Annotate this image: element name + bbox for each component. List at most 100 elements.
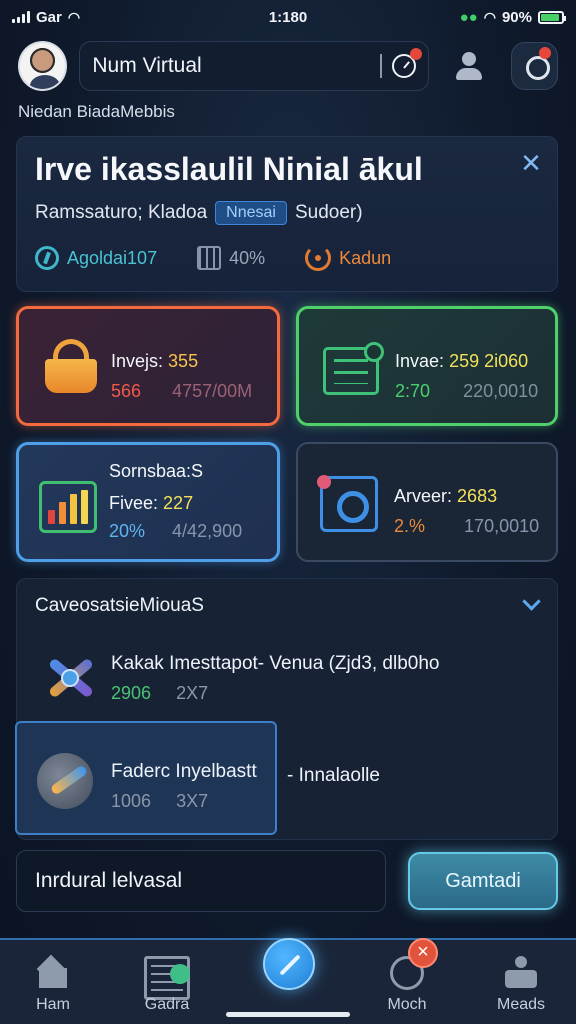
tile-values: 20% 4/42,900 (109, 521, 242, 542)
stat-tile-invejs[interactable]: Invejs: 355 566 4757/00M (16, 306, 280, 426)
hero-meta-left: Ramssaturo; Kladoa (35, 202, 208, 223)
tile-right-value: 170,0010 (464, 516, 540, 536)
search-text: Num Virtual (92, 54, 202, 77)
compass-pen-icon[interactable] (263, 938, 315, 990)
gear-target-icon (317, 475, 378, 532)
sub-heading: Niedan BiadaMebbis (18, 102, 175, 121)
status-bar: Gar ◠ 1:180 ●● ◠ 90% (0, 0, 576, 34)
nav-badge-close-icon[interactable]: × (408, 938, 438, 968)
text-input[interactable]: Inrdural lelvasal (16, 850, 386, 912)
tile-title: Arveer: 2683 (394, 486, 497, 507)
home-icon (35, 954, 71, 988)
list-item-meta-left: 2906 (111, 683, 152, 703)
nav-item-gallery[interactable]: Gadra (112, 940, 222, 1024)
avatar[interactable] (18, 41, 68, 91)
list-item-title: Kakak Imesttapot- Venua (Zjd3, dlb0ho (111, 653, 440, 674)
tile-values: 2.% 170,0010 (394, 516, 539, 537)
hero-stat-3[interactable]: Kadun (305, 245, 391, 271)
nav-item-globe[interactable]: Moch (352, 940, 462, 1024)
tile-left-value: 566 (111, 381, 142, 401)
hero-tag[interactable]: Nnesai (215, 201, 287, 225)
clock: 1:180 (268, 8, 308, 26)
list-item-meta-right: 3X7 (176, 791, 209, 811)
nav-label: Moch (387, 996, 427, 1013)
swirl-icon (305, 245, 332, 271)
notification-dot (410, 48, 423, 60)
list-item-meta-left: 1006 (111, 791, 152, 811)
person-icon (503, 956, 539, 988)
nav-item-home[interactable]: Ham (0, 940, 108, 1024)
home-indicator (226, 1012, 350, 1017)
nav-label: Meads (496, 996, 546, 1013)
list-item-extra: - Innalaolle (287, 765, 380, 786)
game-icon: ●● (459, 8, 478, 26)
stat-tile-arveer[interactable]: Arveer: 2683 2.% 170,0010 (296, 442, 558, 562)
tile-highlight: 227 (163, 493, 194, 513)
tile-title: Sornsbaa:S (109, 461, 204, 481)
battery-percent: 90% (501, 8, 532, 26)
hero-meta: Ramssaturo; Kladoa Nnesai Sudoer) (35, 201, 363, 225)
tile-right-value: 220,0010 (463, 381, 539, 401)
header: Num Virtual (18, 40, 558, 92)
list-item[interactable]: Kakak Imesttapot- Venua (Zjd3, dlb0ho 29… (17, 627, 559, 727)
nav-item-person[interactable]: Meads (466, 940, 576, 1024)
hero-stat-label: 40% (229, 247, 266, 268)
battery-icon (538, 10, 566, 24)
tile-title-text: Invae: (395, 351, 445, 371)
list-item-meta: 1006 3X7 (111, 791, 208, 812)
tile-left-value: 20% (109, 521, 146, 541)
hero-stat-label: Agoldai107 (67, 247, 158, 268)
hero-stat-1[interactable]: Agoldai107 (35, 246, 157, 270)
tile-title: Invae: 259 2i060 (395, 351, 528, 372)
list-item-selected[interactable]: Faderc Inyelbastt 1006 3X7 (15, 721, 277, 835)
list-item-meta: 2906 2X7 (111, 683, 208, 704)
text-input-value: Inrdural lelvasal (35, 869, 183, 892)
signal-icon (12, 11, 30, 23)
tile-highlight: 259 2i060 (449, 351, 529, 371)
hero-title: Irve ikasslaulil Ninial ākul (35, 151, 423, 187)
grid-icon (197, 246, 222, 270)
tile-subtitle: Fivee: 227 (109, 493, 193, 514)
section-title: CaveosatsieMiouaS (35, 595, 204, 616)
tile-left-value: 2.% (394, 516, 426, 536)
tile-highlight: 2683 (457, 486, 498, 506)
hero-meta-right: Sudoer) (294, 202, 363, 223)
chevron-down-icon[interactable] (521, 593, 541, 613)
tile-highlight: 355 (168, 351, 199, 371)
user-icon[interactable] (451, 48, 487, 84)
basket-icon (45, 339, 97, 395)
brush-icon (37, 753, 93, 809)
recent-section: CaveosatsieMiouaS Kakak Imesttapot- Venu… (15, 578, 559, 840)
clock-arrow-icon (35, 246, 59, 270)
bar-chart-icon (39, 481, 97, 533)
wifi-icon: ◠ (67, 8, 81, 25)
tile-subtitle-text: Fivee: (109, 493, 159, 513)
tile-left-value: 2:70 (395, 381, 431, 401)
hero-stat-label: Kadun (339, 247, 392, 268)
hero-stats: Agoldai107 40% Kadun (35, 245, 431, 271)
gallery-icon (144, 956, 190, 1000)
tile-right-value: 4/42,900 (172, 521, 243, 541)
search-separator (380, 54, 383, 78)
hero-stat-2[interactable]: 40% (197, 246, 265, 270)
list-item-title: Faderc Inyelbastt (111, 761, 257, 782)
tile-values: 566 4757/00M (111, 381, 252, 402)
carrier-label: Gar (36, 8, 62, 26)
list-item-meta-right: 2X7 (176, 683, 209, 703)
tile-title: Invejs: 355 (111, 351, 198, 372)
stat-tile-sornsbaa[interactable]: Sornsbaa:S Fivee: 227 20% 4/42,900 (16, 442, 280, 562)
search-input[interactable]: Num Virtual (79, 41, 430, 91)
tools-icon (39, 647, 99, 707)
action-button[interactable]: Gamtadi (408, 852, 558, 910)
tile-values: 2:70 220,0010 (395, 381, 538, 402)
wifi-icon-right: ◠ (483, 8, 496, 25)
nav-label: Ham (36, 996, 70, 1013)
nav-label: Gadra (144, 996, 190, 1013)
stat-tile-invae[interactable]: Invae: 259 2i060 2:70 220,0010 (296, 306, 558, 426)
document-icon (323, 342, 384, 395)
tile-title-text: Invejs: (111, 351, 164, 371)
close-icon[interactable]: ✕ (519, 150, 543, 176)
tile-title-text: Arveer: (394, 486, 453, 506)
tile-right-value: 4757/00M (172, 381, 253, 401)
group-button[interactable] (510, 42, 558, 90)
